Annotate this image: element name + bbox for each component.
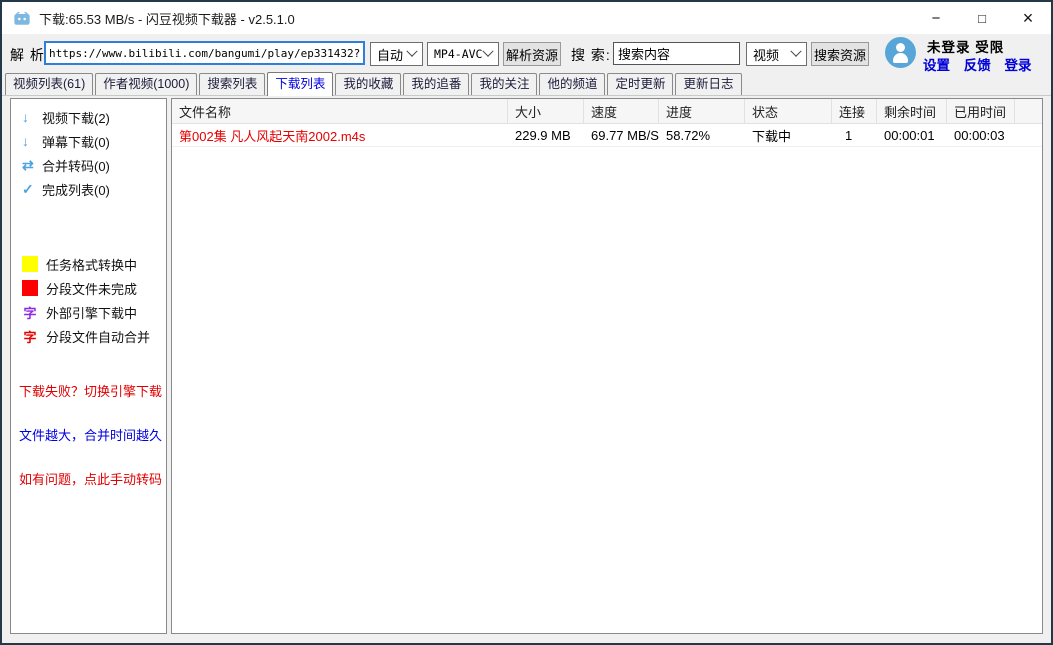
parse-resource-button[interactable]: 解析资源 — [503, 42, 561, 66]
sidebar-nav: ↓ 视频下载(2) ↓ 弹幕下载(0) ⇄ 合并转码(0) ✓ 完成列表(0) — [11, 99, 166, 201]
tab-my-follows[interactable]: 我的关注 — [471, 73, 537, 95]
col-header-progress[interactable]: 进度 — [659, 99, 745, 123]
sidebar-notes: 下载失败？切换引擎下载 文件越大，合并时间越久 如有问题，点此手动转码 — [11, 381, 166, 488]
format-select[interactable]: MP4-AVC — [427, 42, 499, 66]
settings-link[interactable]: 设置 — [923, 58, 950, 73]
tab-search-list[interactable]: 搜索列表 — [199, 73, 265, 95]
red-char-icon: 字 — [22, 327, 38, 346]
sidebar-item-label: 完成列表(0) — [42, 180, 110, 199]
mode-select-value: 自动 — [377, 45, 403, 64]
table-header: 文件名称 大小 速度 进度 状态 连接 剩余时间 已用时间 — [172, 99, 1042, 124]
maximize-button[interactable]: □ — [959, 2, 1005, 34]
tab-video-list[interactable]: 视频列表(61) — [5, 73, 93, 95]
search-type-value: 视频 — [753, 45, 779, 64]
app-window: 下载:65.53 MB/s - 闪豆视频下载器 - v2.5.1.0 − □ ×… — [0, 0, 1053, 645]
col-header-connections[interactable]: 连接 — [832, 99, 877, 123]
tab-my-bangumi[interactable]: 我的追番 — [403, 73, 469, 95]
search-resource-button[interactable]: 搜索资源 — [811, 42, 869, 66]
legend-auto-merge: 字 分段文件自动合并 — [11, 324, 166, 348]
download-arrow-icon: ↓ — [22, 133, 42, 149]
legend-external-engine: 字 外部引擎下载中 — [11, 300, 166, 324]
tab-my-favorites[interactable]: 我的收藏 — [335, 73, 401, 95]
tab-download-list[interactable]: 下载列表 — [267, 72, 333, 96]
note-switch-engine[interactable]: 下载失败？切换引擎下载 — [11, 381, 166, 400]
account-status: 未登录 受限 — [927, 36, 1004, 56]
col-header-size[interactable]: 大小 — [508, 99, 584, 123]
search-type-select[interactable]: 视频 — [746, 42, 807, 66]
window-title: 下载:65.53 MB/s - 闪豆视频下载器 - v2.5.1.0 — [39, 9, 295, 28]
close-button[interactable]: × — [1005, 2, 1051, 34]
col-header-filename[interactable]: 文件名称 — [172, 99, 508, 123]
format-select-value: MP4-AVC — [434, 47, 482, 61]
person-icon — [896, 43, 905, 52]
col-header-remaining[interactable]: 剩余时间 — [877, 99, 947, 123]
mode-select[interactable]: 自动 — [370, 42, 423, 66]
cell-elapsed: 00:00:03 — [947, 124, 1015, 146]
tab-author-videos[interactable]: 作者视频(1000) — [95, 73, 197, 95]
tab-his-channel[interactable]: 他的频道 — [539, 73, 605, 95]
red-swatch-icon — [22, 280, 38, 296]
cell-remaining: 00:00:01 — [877, 124, 947, 146]
col-header-speed[interactable]: 速度 — [584, 99, 659, 123]
legend-label: 外部引擎下载中 — [46, 303, 137, 322]
content-area: ↓ 视频下载(2) ↓ 弹幕下载(0) ⇄ 合并转码(0) ✓ 完成列表(0) — [2, 97, 1051, 643]
download-arrow-icon: ↓ — [22, 109, 42, 125]
sidebar-item-danmaku-download[interactable]: ↓ 弹幕下载(0) — [11, 129, 166, 153]
cell-progress: 58.72% — [659, 124, 745, 146]
cell-filename: 第002集 凡人风起天南2002.m4s — [172, 124, 508, 146]
sidebar-item-label: 视频下载(2) — [42, 108, 110, 127]
col-header-filler — [1015, 99, 1042, 123]
chevron-down-icon — [406, 46, 417, 57]
note-manual-transcode[interactable]: 如有问题，点此手动转码 — [11, 469, 166, 488]
download-table-panel: 文件名称 大小 速度 进度 状态 连接 剩余时间 已用时间 第002集 凡人风起… — [171, 98, 1043, 634]
feedback-link[interactable]: 反馈 — [964, 58, 991, 73]
legend-segment-incomplete: 分段文件未完成 — [11, 276, 166, 300]
swap-arrows-icon: ⇄ — [22, 157, 42, 174]
cell-size: 229.9 MB — [508, 124, 584, 146]
sidebar-item-merge-transcode[interactable]: ⇄ 合并转码(0) — [11, 153, 166, 177]
window-controls: − □ × — [913, 2, 1051, 34]
sidebar-item-video-download[interactable]: ↓ 视频下载(2) — [11, 105, 166, 129]
cell-speed: 69.77 MB/S — [584, 124, 659, 146]
app-icon — [13, 11, 31, 26]
login-link[interactable]: 登录 — [1005, 58, 1032, 73]
url-input[interactable] — [44, 41, 365, 65]
search-input[interactable] — [613, 42, 740, 65]
minimize-button[interactable]: − — [913, 2, 959, 34]
sidebar-item-completed-list[interactable]: ✓ 完成列表(0) — [11, 177, 166, 201]
col-header-status[interactable]: 状态 — [745, 99, 832, 123]
purple-char-icon: 字 — [22, 303, 38, 322]
chevron-down-icon — [790, 46, 801, 57]
cell-status: 下载中 — [745, 124, 832, 146]
legend-converting: 任务格式转换中 — [11, 252, 166, 276]
tab-scheduled-update[interactable]: 定时更新 — [607, 73, 673, 95]
check-icon: ✓ — [22, 181, 42, 198]
toolbar: 解 析: 自动 MP4-AVC 解析资源 搜 索: 视频 搜索资源 未登录 受限… — [2, 34, 1051, 72]
legend-label: 分段文件自动合并 — [46, 327, 150, 346]
status-legend: 任务格式转换中 分段文件未完成 字 外部引擎下载中 字 分段文件自动合并 — [11, 252, 166, 348]
tab-changelog[interactable]: 更新日志 — [675, 73, 741, 95]
col-header-elapsed[interactable]: 已用时间 — [947, 99, 1015, 123]
sidebar-item-label: 合并转码(0) — [42, 156, 110, 175]
note-merge-time: 文件越大，合并时间越久 — [11, 425, 166, 444]
chevron-down-icon — [482, 46, 493, 57]
table-row[interactable]: 第002集 凡人风起天南2002.m4s 229.9 MB 69.77 MB/S… — [172, 124, 1042, 147]
account-links: 设置 反馈 登录 — [923, 54, 1042, 74]
legend-label: 任务格式转换中 — [46, 255, 137, 274]
sidebar-panel: ↓ 视频下载(2) ↓ 弹幕下载(0) ⇄ 合并转码(0) ✓ 完成列表(0) — [10, 98, 167, 634]
cell-filler — [1015, 124, 1042, 146]
yellow-swatch-icon — [22, 256, 38, 272]
cell-connections: 1 — [832, 124, 877, 146]
tab-strip: 视频列表(61) 作者视频(1000) 搜索列表 下载列表 我的收藏 我的追番 … — [2, 72, 1051, 96]
legend-label: 分段文件未完成 — [46, 279, 137, 298]
user-avatar[interactable] — [885, 37, 916, 68]
search-label: 搜 索: — [571, 45, 611, 65]
title-bar: 下载:65.53 MB/s - 闪豆视频下载器 - v2.5.1.0 − □ × — [2, 2, 1051, 34]
sidebar-item-label: 弹幕下载(0) — [42, 132, 110, 151]
